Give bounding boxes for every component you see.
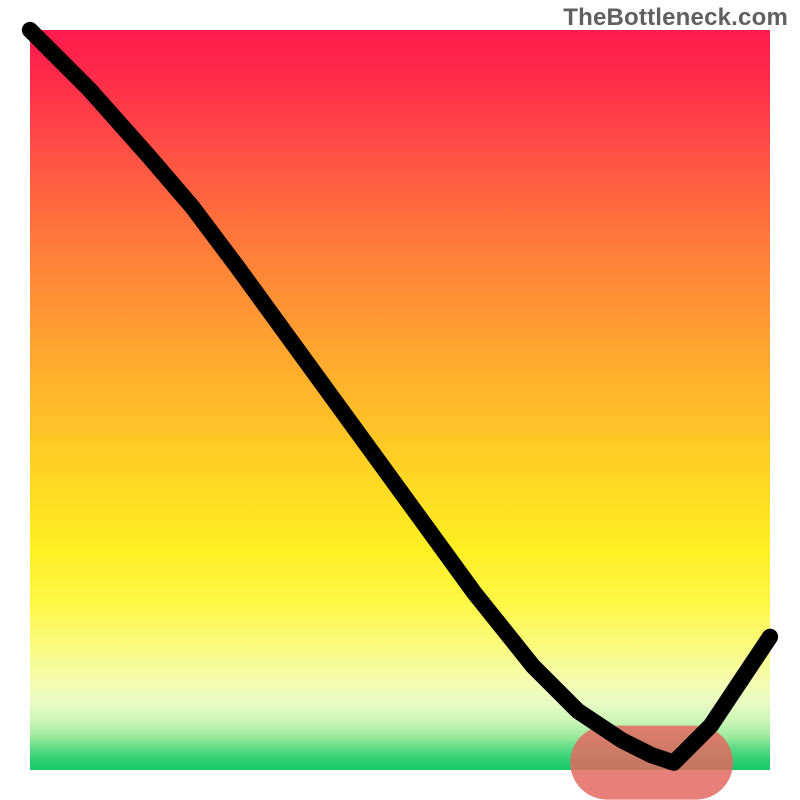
chart-svg (30, 30, 770, 770)
plot-area (30, 30, 770, 770)
watermark-label: TheBottleneck.com (563, 4, 788, 32)
data-curve (30, 30, 770, 763)
chart-frame: TheBottleneck.com (0, 0, 800, 800)
